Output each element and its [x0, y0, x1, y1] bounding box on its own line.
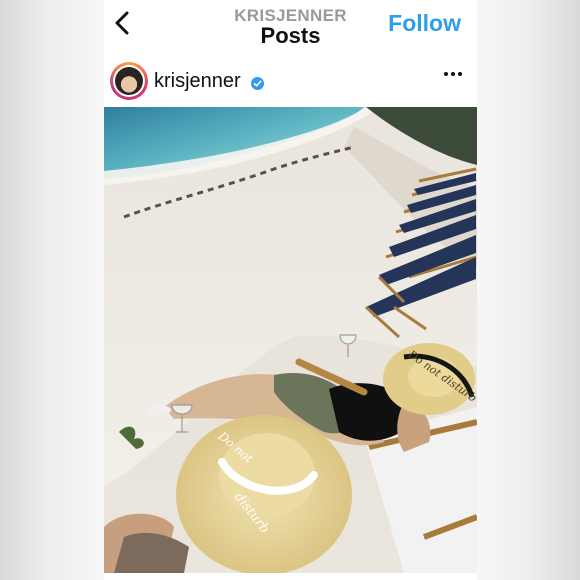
post-photo[interactable]: Do not disturb Do not disturb: [104, 107, 477, 573]
post-username[interactable]: krisjenner: [154, 70, 241, 93]
ellipsis-icon[interactable]: [443, 70, 463, 78]
top-bar: KRISJENNER Posts Follow: [104, 0, 477, 50]
beach-photo-illustration: Do not disturb Do not disturb: [104, 107, 477, 573]
avatar[interactable]: [110, 62, 148, 100]
follow-button[interactable]: Follow: [388, 10, 461, 37]
verified-badge-icon: [251, 77, 264, 90]
sun-hat-front: Do not disturb: [176, 415, 352, 573]
avatar-photo: [115, 67, 143, 95]
instagram-post-screen: KRISJENNER Posts Follow krisjenner Do no…: [104, 0, 477, 580]
post-header: krisjenner: [104, 58, 477, 104]
